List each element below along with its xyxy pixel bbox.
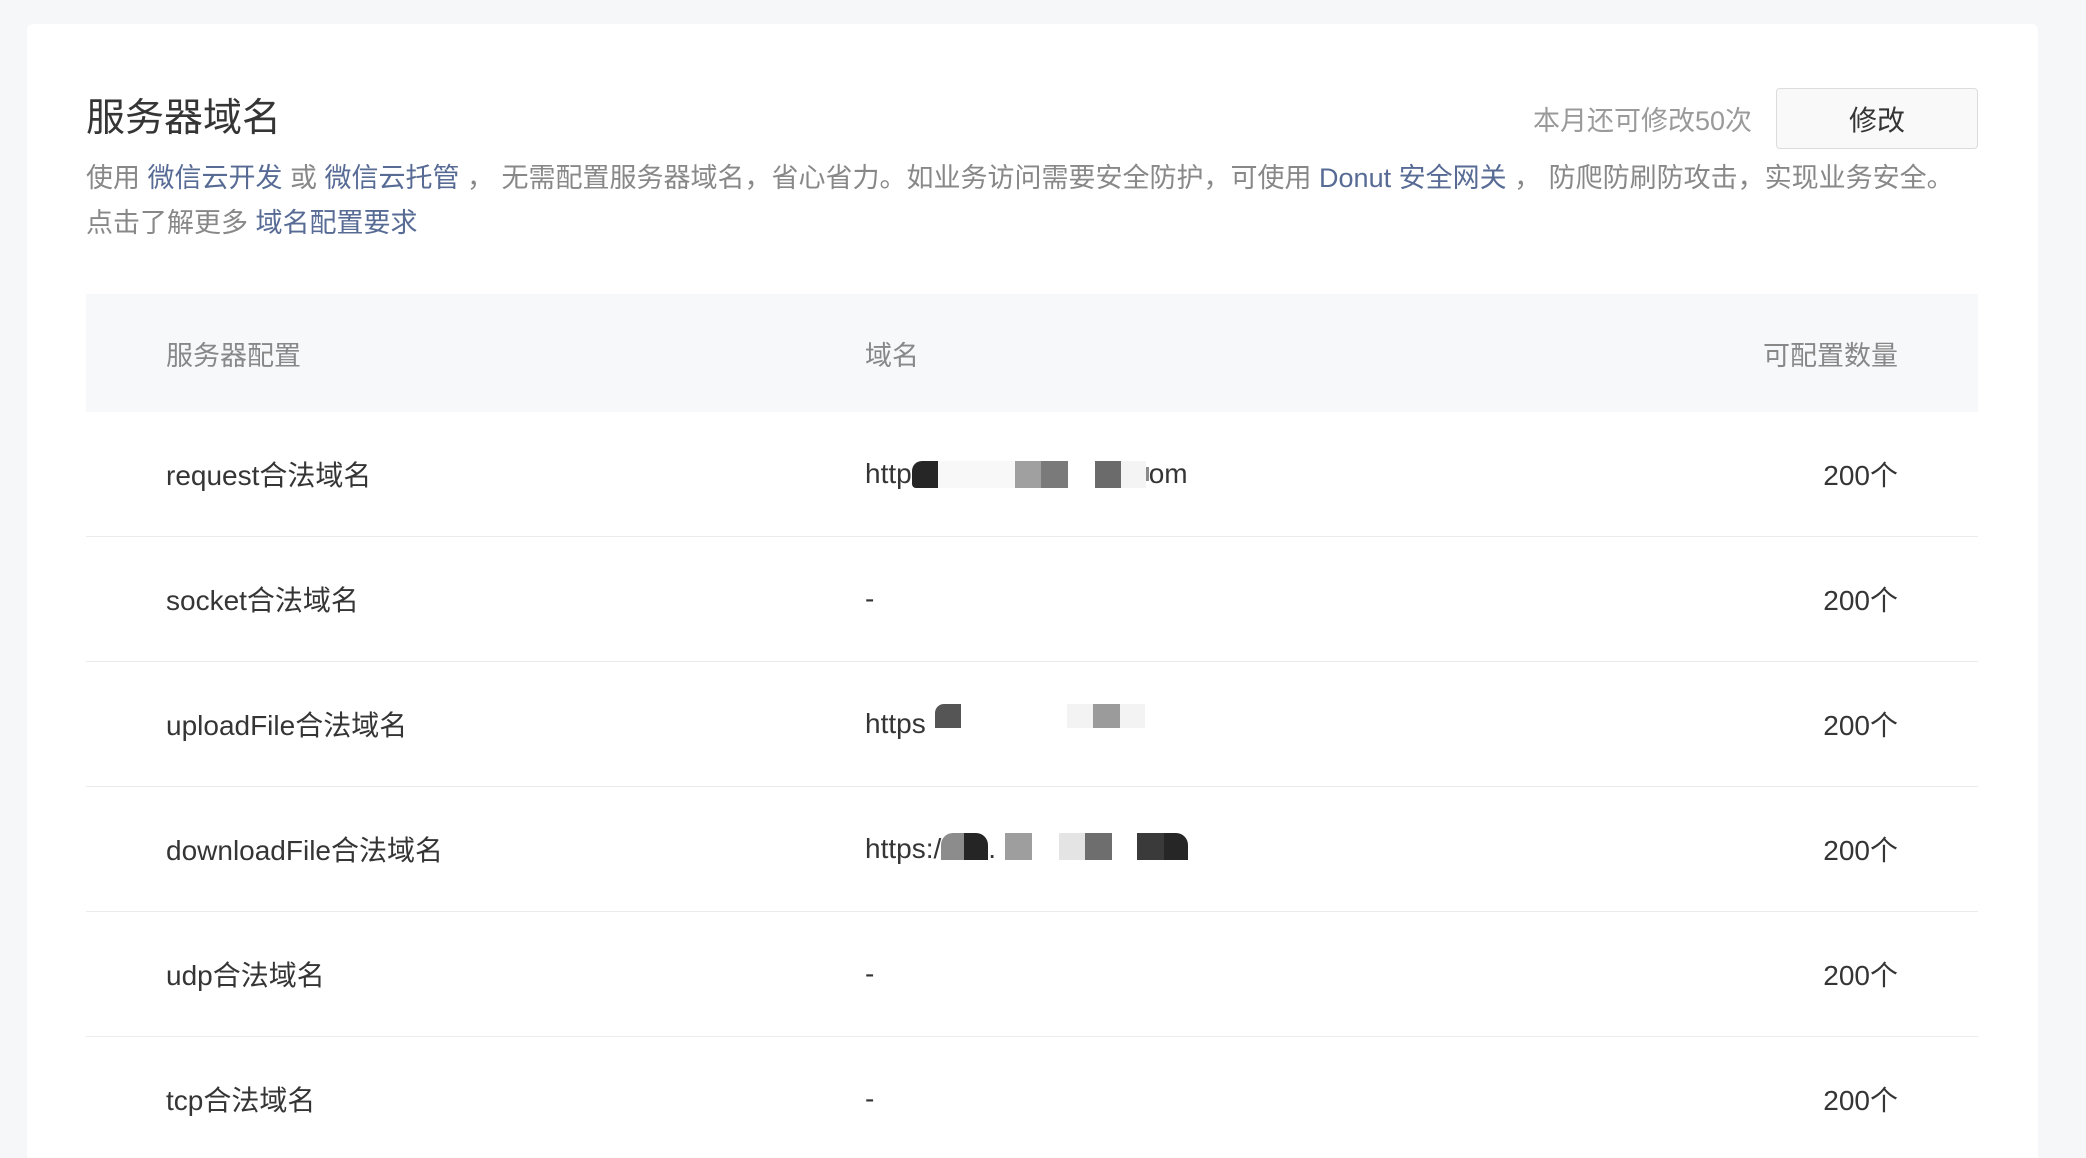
server-domain-card: 服务器域名 本月还可修改50次 修改 使用 微信云开发 或 微信云托管 ， 无需… xyxy=(27,24,2038,1158)
mosaic-block xyxy=(1085,832,1113,860)
header-actions: 本月还可修改50次 修改 xyxy=(1533,88,1978,149)
description-text: 使用 xyxy=(86,163,148,193)
cell-domain: - xyxy=(865,583,875,614)
header-server-config: 服务器配置 xyxy=(166,340,301,371)
table-row-request: request合法域名 http om 200个 xyxy=(86,412,1978,537)
header-count: 可配置数量 xyxy=(1763,340,1898,371)
link-wechat-cloud-dev[interactable]: 微信云开发 xyxy=(148,163,283,193)
mosaic-block xyxy=(911,460,938,488)
mosaic-block xyxy=(996,833,1005,860)
cell-domain: https xyxy=(865,702,1638,740)
link-donut-security-gateway[interactable]: Donut 安全网关 xyxy=(1319,163,1507,193)
redacted-mosaic xyxy=(996,832,1189,860)
mosaic-block xyxy=(1067,460,1095,488)
mosaic-block xyxy=(960,702,1067,730)
table-row-socket: socket合法域名 - 200个 xyxy=(86,537,1978,662)
redacted-mosaic xyxy=(911,460,1149,488)
mosaic-block xyxy=(1164,832,1189,860)
mosaic-block xyxy=(1120,460,1146,488)
domain-prefix: https:/ xyxy=(865,833,942,864)
description: 使用 微信云开发 或 微信云托管 ， 无需配置服务器域名，省心省力。如业务访问需… xyxy=(86,156,1978,246)
domain-suffix: om xyxy=(1148,458,1188,489)
cell-config: socket合法域名 xyxy=(166,585,359,616)
header-domain: 域名 xyxy=(865,340,919,371)
table-row-tcp: tcp合法域名 - 200个 xyxy=(86,1037,1978,1158)
page-title: 服务器域名 xyxy=(86,96,282,140)
cell-domain: - xyxy=(865,958,875,989)
mosaic-block xyxy=(934,704,961,728)
cell-domain: - xyxy=(865,1083,875,1114)
description-text: ， 无需配置服务器域名，省心省力。如业务访问需要安全防护，可使用 xyxy=(459,163,1320,193)
mosaic-block xyxy=(937,460,1015,488)
link-domain-config-requirements[interactable]: 域名配置要求 xyxy=(256,208,418,238)
mosaic-block xyxy=(1119,704,1145,728)
mosaic-block xyxy=(926,703,935,730)
cell-count: 200个 xyxy=(1823,835,1898,866)
edit-button[interactable]: 修改 xyxy=(1776,88,1978,149)
domain-table: 服务器配置 域名 可配置数量 request合法域名 http om 200个 … xyxy=(86,294,1978,1158)
cell-domain: https:/ . xyxy=(865,832,1638,865)
domain-prefix: https xyxy=(865,708,926,739)
modify-quota-text: 本月还可修改50次 xyxy=(1532,106,1752,136)
cell-count: 200个 xyxy=(1823,710,1898,741)
table-row-udp: udp合法域名 - 200个 xyxy=(86,912,1978,1037)
cell-domain: http om xyxy=(865,458,1638,490)
table-header: 服务器配置 域名 可配置数量 xyxy=(86,294,1978,412)
mosaic-block xyxy=(1094,460,1121,488)
domain-prefix: http xyxy=(865,458,912,489)
mosaic-block xyxy=(1092,704,1120,728)
redacted-mosaic xyxy=(926,702,1145,730)
table-row-download-file: downloadFile合法域名 https:/ . 200个 xyxy=(86,787,1978,912)
card-header: 服务器域名 本月还可修改50次 修改 xyxy=(86,88,1978,149)
mosaic-block xyxy=(1032,832,1060,860)
mosaic-block xyxy=(1059,832,1086,860)
cell-config: downloadFile合法域名 xyxy=(166,835,443,866)
cell-count: 200个 xyxy=(1823,460,1898,491)
mosaic-block xyxy=(941,832,965,860)
cell-count: 200个 xyxy=(1823,585,1898,616)
cell-config: uploadFile合法域名 xyxy=(166,710,408,741)
table-row-upload-file: uploadFile合法域名 https 200个 xyxy=(86,662,1978,787)
cell-count: 200个 xyxy=(1823,960,1898,991)
mosaic-block xyxy=(1112,832,1138,860)
description-text: 或 xyxy=(282,163,325,193)
cell-config: request合法域名 xyxy=(166,460,372,491)
cell-config: tcp合法域名 xyxy=(166,1085,316,1116)
mosaic-block xyxy=(964,832,989,860)
cell-config: udp合法域名 xyxy=(166,960,325,991)
link-wechat-cloud-hosting[interactable]: 微信云托管 xyxy=(325,163,460,193)
mosaic-block xyxy=(1137,832,1165,860)
mosaic-block xyxy=(1066,704,1093,728)
cell-count: 200个 xyxy=(1823,1085,1898,1116)
domain-mid: . xyxy=(988,833,997,864)
redacted-mosaic xyxy=(941,832,989,860)
mosaic-block xyxy=(1014,460,1041,488)
mosaic-block xyxy=(1005,832,1033,860)
mosaic-block xyxy=(1040,460,1068,488)
